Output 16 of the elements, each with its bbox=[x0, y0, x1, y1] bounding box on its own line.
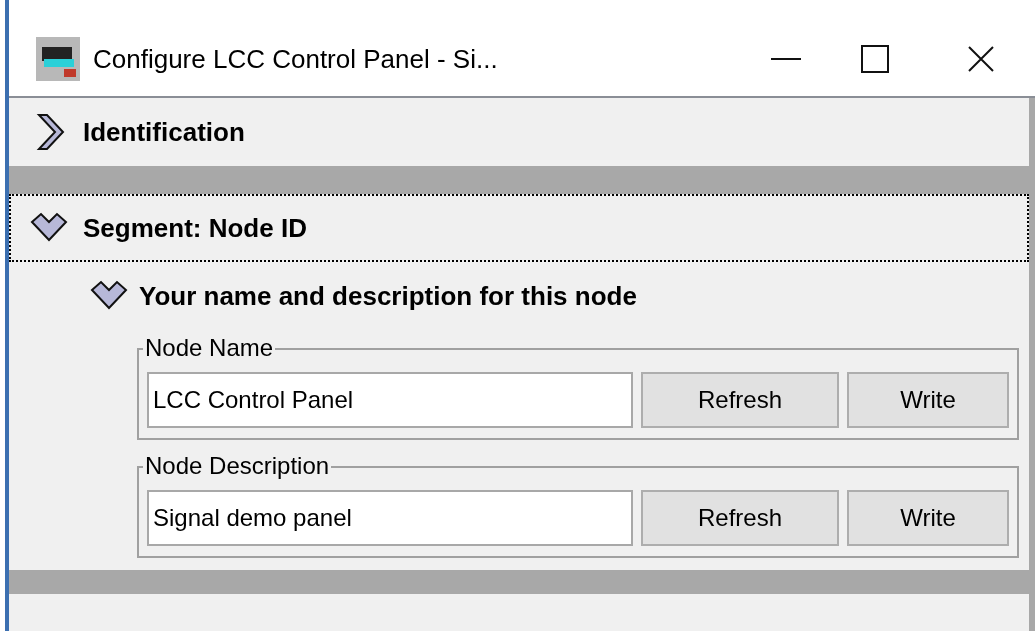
refresh-button[interactable]: Refresh bbox=[641, 490, 839, 546]
section-header[interactable]: Segment: Node ID bbox=[9, 194, 1029, 262]
minimize-icon[interactable] bbox=[771, 57, 801, 61]
window-title: Configure LCC Control Panel - Si... bbox=[93, 42, 498, 76]
input-field[interactable]: Signal demo panel bbox=[147, 490, 633, 546]
close-icon[interactable] bbox=[967, 45, 995, 73]
maximize-icon[interactable] bbox=[861, 45, 889, 73]
section-header[interactable]: Identification bbox=[9, 98, 1029, 166]
section-title[interactable]: Identification bbox=[83, 112, 245, 152]
refresh-button[interactable]: Refresh bbox=[641, 372, 839, 428]
group-title[interactable]: Your name and description for this node bbox=[139, 276, 637, 316]
section-title[interactable]: Segment: Node ID bbox=[83, 208, 307, 248]
app-icon bbox=[36, 37, 80, 81]
write-button[interactable]: Write bbox=[847, 372, 1009, 428]
write-button[interactable]: Write bbox=[847, 490, 1009, 546]
input-field[interactable]: LCC Control Panel bbox=[147, 372, 633, 428]
